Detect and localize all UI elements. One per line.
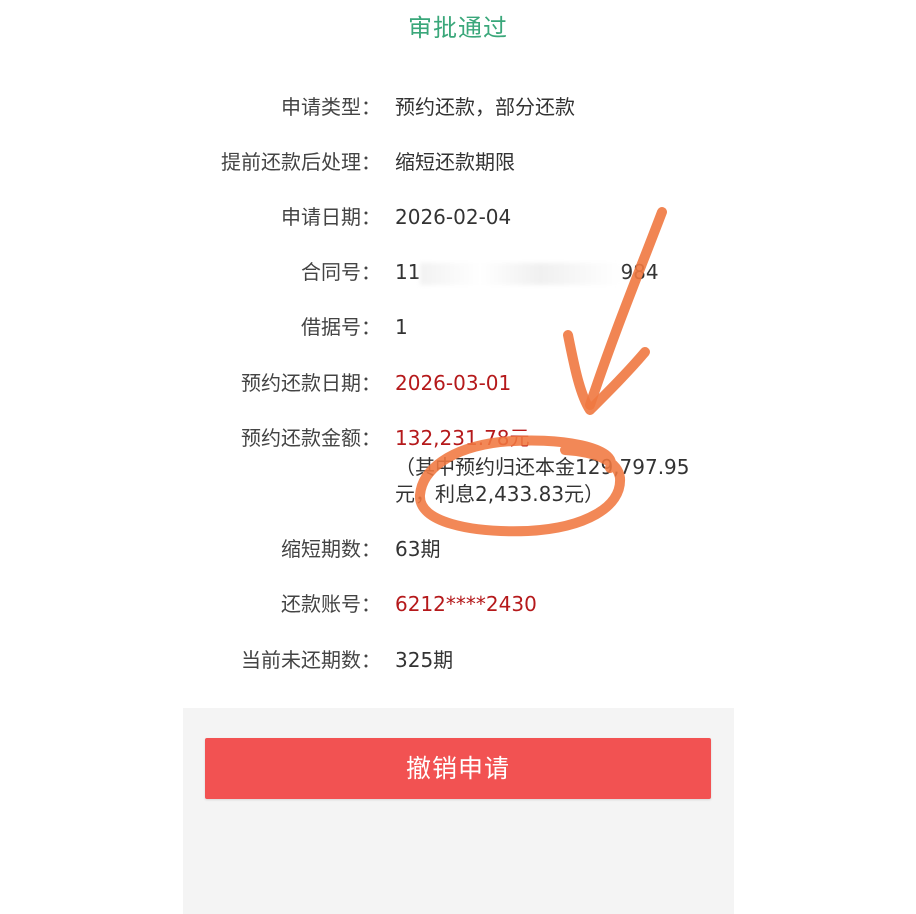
detail-label: 申请日期： — [281, 205, 381, 229]
detail-value: 缩短还款期限 — [395, 150, 515, 174]
detail-row-apply-date: 申请日期： 2026-02-04 — [0, 202, 916, 232]
cancel-application-button[interactable]: 撤销申请 — [205, 738, 711, 799]
detail-value-highlight: 2026-03-01 — [395, 371, 512, 395]
detail-label: 还款账号： — [281, 592, 381, 616]
amount-breakdown-line-2: 元，利息2,433.83元） — [395, 482, 605, 506]
detail-row-apply-type: 申请类型： 预约还款，部分还款 — [0, 92, 916, 122]
detail-label: 合同号： — [301, 260, 381, 284]
detail-value: 63期 — [395, 537, 441, 561]
detail-label: 申请类型： — [281, 95, 381, 119]
detail-row-remaining-periods: 当前未还期数： 325期 — [0, 645, 916, 675]
detail-label: 借据号： — [301, 315, 381, 339]
detail-row-scheduled-date: 预约还款日期： 2026-03-01 — [0, 368, 916, 398]
detail-label: 提前还款后处理： — [221, 150, 381, 174]
detail-label: 预约还款金额： — [241, 426, 381, 450]
detail-label: 当前未还期数： — [241, 648, 381, 672]
detail-value-highlight: 132,231.78元 — [395, 426, 530, 450]
detail-value-redacted: 11 984 — [395, 257, 659, 287]
amount-breakdown-line-1: （其中预约归还本金129,797.95 — [395, 455, 690, 479]
detail-row-contract-number: 合同号： 11 984 — [0, 257, 916, 287]
contract-number-suffix: 984 — [620, 260, 659, 284]
detail-value: 1 — [395, 315, 408, 339]
detail-value: 预约还款，部分还款 — [395, 95, 575, 119]
redaction-blur — [420, 262, 621, 285]
detail-row-repayment-account: 还款账号： 6212****2430 — [0, 589, 916, 619]
contract-number-prefix: 11 — [395, 260, 421, 284]
detail-row-scheduled-amount: 预约还款金额： 132,231.78元 — [0, 423, 916, 453]
detail-label: 预约还款日期： — [241, 371, 381, 395]
approval-status-title: 审批通过 — [408, 14, 508, 42]
detail-value: 325期 — [395, 648, 454, 672]
detail-row-post-processing: 提前还款后处理： 缩短还款期限 — [0, 147, 916, 177]
detail-value: 2026-02-04 — [395, 205, 512, 229]
detail-row-receipt-number: 借据号： 1 — [0, 312, 916, 342]
detail-row-shortened-periods: 缩短期数： 63期 — [0, 534, 916, 564]
detail-value-highlight: 6212****2430 — [395, 592, 537, 616]
approval-detail-page: 审批通过 申请类型： 预约还款，部分还款 提前还款后处理： 缩短还款期限 申请日… — [0, 0, 916, 914]
detail-label: 缩短期数： — [281, 537, 381, 561]
